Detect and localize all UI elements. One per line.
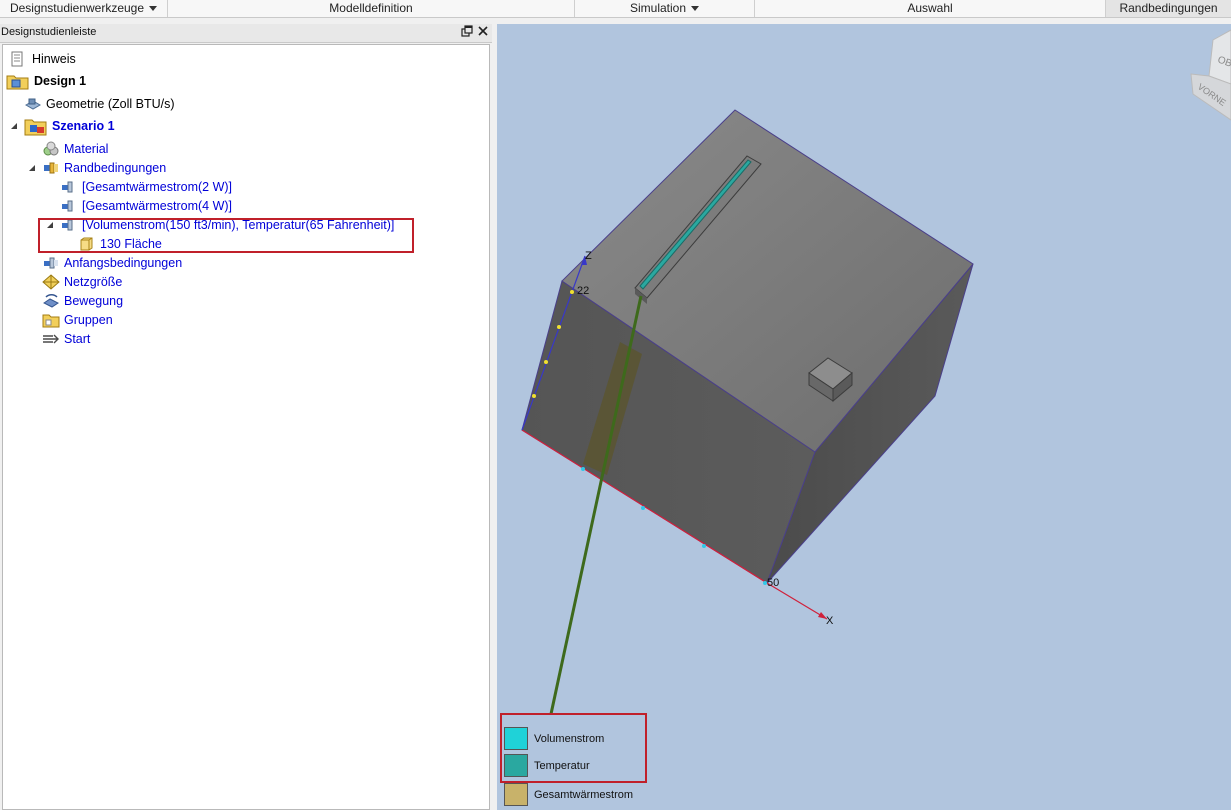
tree-item-label: Geometrie (Zoll BTU/s)	[46, 97, 175, 111]
collapse-icon[interactable]	[28, 163, 38, 173]
tree-item-label: Material	[64, 142, 109, 156]
tree-item-label: Randbedingungen	[64, 161, 167, 175]
z-tick	[557, 325, 561, 329]
z-axis-label: Z	[585, 250, 592, 262]
boundary-condition-icon	[60, 198, 78, 214]
expand-icon[interactable]	[28, 277, 38, 287]
restore-icon[interactable]	[460, 25, 474, 39]
tree-item-start[interactable]: Start	[28, 330, 90, 348]
x-axis-label: X	[826, 615, 834, 627]
chevron-down-icon	[691, 6, 700, 12]
panel-title: Designstudienleiste	[1, 26, 97, 38]
x-tick	[702, 544, 706, 548]
menu-label: Randbedingungen	[1119, 1, 1218, 15]
tree-item-rb-gesamtwaermestrom-4w[interactable]: [Gesamtwärmestrom(4 W)]	[46, 197, 232, 215]
menu-label: Auswahl	[907, 1, 953, 15]
chevron-down-icon	[149, 6, 158, 12]
model-canvas: Z X 22 50 OB VORNE	[521, 29, 1231, 715]
start-icon	[42, 331, 60, 347]
z-value-label: 22	[577, 285, 589, 297]
tree-item-label: Bewegung	[64, 294, 124, 308]
tree-item-bewegung[interactable]: Bewegung	[42, 292, 123, 310]
menu-modelldefinition[interactable]: Modelldefinition	[168, 0, 575, 17]
menu-label: Simulation	[629, 1, 687, 15]
tree-item-anfangsbedingungen[interactable]: Anfangsbedingungen	[42, 254, 182, 272]
tree-item-label: [Gesamtwärmestrom(4 W)]	[82, 199, 233, 213]
menu-randbedingungen[interactable]: Randbedingungen	[1106, 0, 1231, 17]
x-tick	[581, 467, 585, 471]
mesh-size-icon	[42, 274, 60, 290]
tree-item-szenario[interactable]: Szenario 1	[10, 116, 115, 136]
expand-icon[interactable]	[46, 182, 56, 192]
menu-auswahl[interactable]: Auswahl	[755, 0, 1106, 17]
tree-item-label: Start	[64, 332, 91, 346]
boundary-condition-icon	[60, 179, 78, 195]
tree-item-label: Netzgröße	[64, 275, 123, 289]
legend-item-volumenstrom: Volumenstrom	[504, 727, 604, 750]
initial-conditions-icon	[42, 255, 60, 271]
legend-label: Temperatur	[534, 759, 590, 772]
geometry-icon	[24, 96, 42, 112]
expand-icon[interactable]	[28, 144, 38, 154]
z-tick	[532, 394, 536, 398]
legend-label: Volumenstrom	[534, 732, 605, 745]
tree-item-label: [Gesamtwärmestrom(2 W)]	[82, 180, 233, 194]
x-tick	[641, 506, 645, 510]
tree-item-label: Hinweis	[32, 52, 76, 66]
scenario-folder-icon	[24, 116, 48, 136]
tree-item-randbedingungen[interactable]: Randbedingungen	[28, 159, 166, 177]
tree-item-geometrie[interactable]: Geometrie (Zoll BTU/s)	[24, 95, 175, 113]
tree-item-hinweis[interactable]: Hinweis	[10, 50, 76, 68]
tree-item-gruppen[interactable]: Gruppen	[42, 311, 113, 329]
legend-item-temperatur: Temperatur	[504, 754, 590, 777]
boundary-conditions-icon	[42, 160, 60, 176]
tree-item-netzgroesse[interactable]: Netzgröße	[28, 273, 122, 291]
tree-item-label: Gruppen	[64, 313, 113, 327]
selection-highlight	[38, 218, 414, 253]
motion-icon	[42, 293, 60, 309]
z-tick	[570, 290, 574, 294]
z-tick	[544, 360, 548, 364]
legend-label: Gesamtwärmestrom	[534, 788, 634, 801]
design-folder-icon	[6, 72, 30, 90]
close-icon[interactable]	[476, 25, 490, 39]
model-viewport[interactable]: Z X 22 50 OB VORNE	[497, 24, 1231, 810]
x-value-label: 50	[767, 577, 779, 589]
tree-item-label: Design 1	[34, 74, 87, 88]
tree-item-design[interactable]: Design 1	[6, 72, 86, 90]
ribbon-toolbar: Designstudienwerkzeuge Modelldefinition …	[0, 0, 1231, 18]
material-icon	[42, 141, 60, 157]
tree-item-rb-gesamtwaermestrom-2w[interactable]: [Gesamtwärmestrom(2 W)]	[46, 178, 232, 196]
menu-label: Modelldefinition	[329, 1, 413, 15]
design-study-bar-header: Designstudienleiste	[0, 24, 492, 43]
legend-item-gesamtwaermestrom: Gesamtwärmestrom	[504, 783, 633, 806]
collapse-icon[interactable]	[10, 121, 20, 131]
menu-label: Designstudienwerkzeuge	[9, 1, 145, 15]
view-cube[interactable]: OB VORNE	[1190, 29, 1231, 121]
note-icon	[10, 51, 28, 67]
menu-simulation[interactable]: Simulation	[575, 0, 755, 17]
menu-designstudienwerkzeuge[interactable]: Designstudienwerkzeuge	[0, 0, 168, 17]
legend-swatch	[504, 783, 528, 806]
tree-item-label: Szenario 1	[52, 119, 115, 133]
legend-swatch	[504, 727, 528, 750]
expand-icon[interactable]	[46, 201, 56, 211]
groups-icon	[42, 312, 60, 328]
tree-item-material[interactable]: Material	[28, 140, 108, 158]
expand-icon[interactable]	[28, 334, 38, 344]
tree-item-label: Anfangsbedingungen	[64, 256, 183, 270]
legend-swatch	[504, 754, 528, 777]
